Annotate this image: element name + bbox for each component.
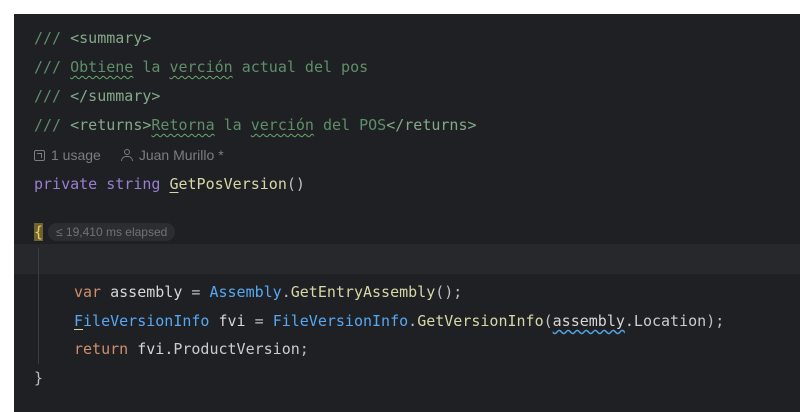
comment-text: la [214,116,251,134]
author-name[interactable]: Juan Murillo * [139,140,224,170]
property-product-version[interactable]: .ProductVersion [164,340,299,358]
code-line-6[interactable]: private string GetPosVersion() [34,169,305,199]
comment-text: actual del pos [232,58,369,76]
spellcheck-word[interactable]: verción [169,58,232,76]
comment-text: la [133,58,170,76]
author-icon [120,149,133,161]
code-line-11[interactable]: return fvi.ProductVersion; [74,334,309,364]
returns-open-tag: <returns> [70,116,152,134]
call-end: (); [435,283,463,301]
code-line-10[interactable]: FileVersionInfo fvi = FileVersionInfo.Ge… [74,306,724,336]
dot: . [408,312,418,330]
keyword-var: var [74,283,102,301]
doc-comment-slashes: /// [34,58,62,76]
variable-fvi[interactable]: fvi [219,312,246,330]
variable-fvi[interactable]: fvi [137,340,164,358]
code-vision-hints: 1 usage Juan Murillo * [34,140,224,170]
argument-assembly[interactable]: assembly [553,312,625,330]
code-line-12[interactable]: } [34,363,43,393]
returns-close-tag: </returns> [386,116,477,134]
open-brace-highlight[interactable]: { [34,223,43,241]
type-file-version-info[interactable]: ileVersionInfo [83,312,209,330]
elapsed-time-hint: ≤ 19,410 ms elapsed [48,223,176,241]
keyword-string: string [106,175,161,193]
method-name[interactable]: etPosVersion [179,175,287,193]
code-line-4[interactable]: /// <returns>Retorna la verción del POS<… [34,110,477,140]
doc-comment-slashes: /// [34,116,62,134]
spellcheck-word[interactable]: verción [251,116,314,134]
code-line-2[interactable]: /// Obtiene la verción actual del pos [34,52,368,82]
code-line-9[interactable]: var assembly = Assembly.GetEntryAssembly… [74,277,462,307]
spellcheck-word[interactable]: Obtiene [70,58,133,76]
summary-open-tag: <summary> [70,29,152,47]
call-end: ); [706,312,725,330]
type-first-char[interactable]: F [74,312,83,330]
method-get-version-info[interactable]: GetVersionInfo [417,312,543,330]
doc-comment-slashes: /// [34,87,62,105]
type-file-version-info[interactable]: FileVersionInfo [273,312,408,330]
keyword-private: private [34,175,98,193]
usage-count-link[interactable]: 1 usage [51,140,101,170]
code-line-3[interactable]: /// </summary> [34,81,160,111]
parens: () [286,175,305,193]
spellcheck-word[interactable]: Retorna [151,116,214,134]
code-line-1[interactable]: /// <summary> [34,23,151,53]
equals-sign: = [245,312,273,330]
close-brace[interactable]: } [34,369,43,387]
usage-icon [34,149,45,161]
indent-guide [38,248,39,364]
method-name-first-char[interactable]: G [169,175,178,193]
method-get-entry-assembly[interactable]: GetEntryAssembly [291,283,436,301]
dot: . [281,283,291,301]
property-location[interactable]: .Location [625,312,706,330]
semicolon: ; [299,340,309,358]
equals-sign: = [182,283,210,301]
current-line-highlight [14,244,800,274]
summary-close-tag: </summary> [70,87,161,105]
variable-assembly[interactable]: assembly [110,283,182,301]
comment-text: del POS [313,116,387,134]
keyword-return: return [74,340,129,358]
code-editor[interactable]: /// <summary> /// Obtiene la verción act… [14,14,800,412]
type-assembly[interactable]: Assembly [209,283,281,301]
doc-comment-slashes: /// [34,29,62,47]
open-paren: ( [543,312,553,330]
